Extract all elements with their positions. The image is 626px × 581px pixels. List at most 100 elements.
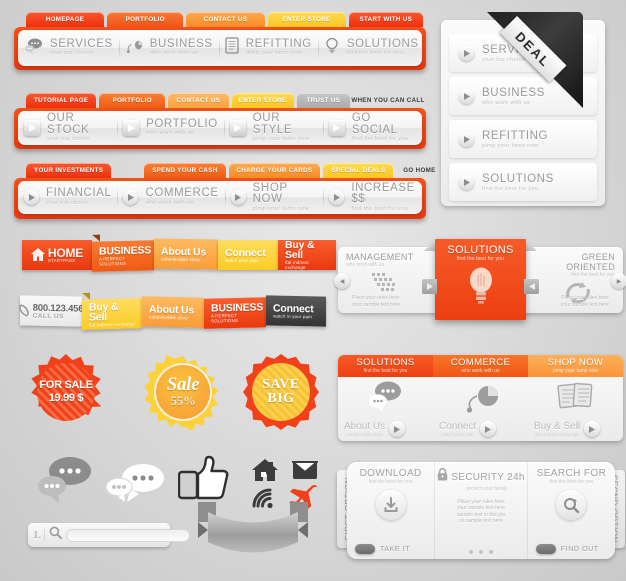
nav3-item-3[interactable]: INCREASE $$ find the best for you: [323, 181, 422, 214]
play-circle-icon: [459, 131, 474, 147]
nav1-bar: SERVICES your top choice BUSINESS who wo…: [18, 30, 422, 66]
nav2-item-0[interactable]: OUR STOCK your top choice: [18, 111, 117, 145]
slider-next-button[interactable]: ▶: [611, 273, 626, 289]
nav2-tab-0[interactable]: TUTORIAL PAGE: [26, 93, 97, 108]
tri-header-title-2: SHOP NOW: [547, 357, 604, 368]
tri-header-1[interactable]: COMMERCE who work with us: [433, 355, 528, 377]
play-circle-icon[interactable]: [584, 421, 601, 437]
magnifier-icon[interactable]: [49, 526, 63, 544]
nav3-item-2[interactable]: SHOP NOW pimp your fams now: [224, 181, 324, 214]
search-bar[interactable]: 1.: [28, 523, 191, 547]
tri-panel-header: SOLUTIONS find the best for you COMMERCE…: [338, 355, 623, 377]
tri-header-2[interactable]: SHOP NOW pimp your fams now: [528, 355, 623, 377]
nav2-item-2[interactable]: OUR STYLE pimp your fams now: [223, 111, 323, 145]
play-square-icon: [123, 120, 140, 136]
tri-header-0[interactable]: SOLUTIONS find the best for you: [338, 355, 433, 377]
ribbon-home[interactable]: HOME STARTPAGE: [22, 240, 92, 270]
nav3-tab-2[interactable]: CHARGE YOUR CARDS: [228, 163, 321, 178]
ribbon2-aboutus-sub: unbelievable story: [149, 313, 188, 320]
nav1-tab-2[interactable]: CONTACT US: [186, 12, 265, 27]
slider-prev-button[interactable]: ◀: [334, 273, 350, 289]
tri-col-2[interactable]: Buy & Sell flat indirect exchange: [528, 377, 623, 441]
home-icon[interactable]: [252, 458, 278, 487]
badge-for-sale-line2: 19.99 $: [48, 392, 84, 404]
nav1-tab-3[interactable]: ENTER STORE: [267, 12, 346, 27]
nav2-bar: OUR STOCK your top choice PORTFOLIO who …: [18, 111, 422, 145]
download-title: DOWNLOAD: [359, 468, 422, 479]
ribbon2-buysell[interactable]: Buy & Sell flat indirect exchange: [82, 298, 142, 330]
nav2-item-sub-0: your top choice: [47, 136, 91, 143]
nav1-tab-1[interactable]: PORTFOLIO: [107, 12, 184, 27]
nav2-tab-5[interactable]: WHEN YOU CAN CALL: [351, 93, 424, 108]
tri-panel: SOLUTIONS find the best for you COMMERCE…: [338, 355, 623, 441]
badge-for-sale[interactable]: FOR SALE 19.99 $: [28, 354, 104, 430]
play-square-icon: [328, 120, 345, 136]
nav3-item-1[interactable]: COMMERCE who work with us: [117, 181, 224, 214]
nav2-shell: OUR STOCK your top choice PORTFOLIO who …: [14, 108, 426, 149]
security-body: Place your rules here your sample text h…: [456, 499, 506, 525]
chat-bubbles-dark-icon[interactable]: [30, 455, 100, 510]
chat-bubble-icon: [24, 38, 43, 59]
tri-col-0[interactable]: About Us unbelievable story: [338, 377, 433, 441]
nav1-tab-0[interactable]: HOMEPAGE: [26, 12, 105, 27]
nav3-tab-3[interactable]: SPECIAL DEALS: [323, 163, 394, 178]
ribbon2-buysell-title: Buy & Sell: [89, 300, 119, 324]
deal-item-3[interactable]: SOLUTIONS find the best for you: [449, 163, 597, 201]
nav2-tab-4[interactable]: TRUST US: [296, 93, 350, 108]
nav1-tab-4[interactable]: START WITH US: [348, 12, 423, 27]
nav3-item-sub-2: pimp your fams now: [252, 205, 309, 212]
nav1-item-3[interactable]: SOLUTIONS find the best for you: [317, 30, 422, 66]
badge-save-big[interactable]: SAVE BIG: [243, 354, 319, 430]
nav2-tab-1[interactable]: PORTFOLIO: [99, 93, 166, 108]
nav2-item-title-2: OUR STYLE: [252, 112, 293, 136]
envelope-icon[interactable]: [290, 458, 320, 485]
magnifier-plus-icon[interactable]: [556, 490, 587, 520]
chat-bubbles-white-icon[interactable]: [100, 462, 172, 513]
nav3-item-0[interactable]: FINANCIAL your top choice: [18, 181, 117, 214]
ribbon-home-title: HOME: [47, 245, 84, 260]
nav1-item-2[interactable]: REFITTING pimp your fams now: [218, 30, 318, 66]
nav2-tab-2[interactable]: CONTACT US: [168, 93, 229, 108]
play-circle-icon[interactable]: [480, 421, 497, 437]
slider-center[interactable]: SOLUTIONS find the best for you: [422, 239, 539, 320]
nav3-tab-1[interactable]: SPEND YOUR CASH: [144, 163, 226, 178]
ribbon2-business[interactable]: BUSINESS A PERFECT SOLUTIONS: [204, 297, 266, 329]
nav2-item-3[interactable]: GO SOCIAL find the best for you: [322, 111, 422, 145]
ribbon2-connect[interactable]: Connect watch in your pain: [266, 295, 326, 327]
slider-right-body: Place your rules here your sample text h…: [560, 295, 609, 308]
play-circle-icon[interactable]: [389, 421, 406, 437]
ribbon-row-1: HOME STARTPAGE BUSINESS A PERFECT SOLUTI…: [22, 238, 336, 272]
nav2-item-title-1: PORTFOLIO: [146, 117, 218, 130]
find-out-button[interactable]: FIND OUT: [535, 544, 599, 554]
download-icon[interactable]: [375, 490, 406, 520]
nav1-item-0[interactable]: SERVICES your top choice: [18, 30, 119, 66]
ribbon-row-2: 800.123.456 CALL US Buy & Sell flat indi…: [18, 295, 326, 330]
deal-item-2[interactable]: REFITTING pimp your fams now: [449, 120, 597, 158]
mouse-icon: [461, 386, 501, 418]
ribbon2-aboutus[interactable]: About Us unbelievable story: [142, 296, 204, 328]
nav2-tab-3[interactable]: ENTER STORE: [231, 93, 294, 108]
nav3-tab-4[interactable]: GO HOME: [396, 163, 442, 178]
slider-center-prev-tab[interactable]: [422, 279, 437, 294]
nav3-tab-0[interactable]: YOUR INVESTMENTS: [26, 163, 112, 178]
deal-corner[interactable]: DEAL: [487, 12, 583, 108]
nav2-item-1[interactable]: PORTFOLIO who work with us: [117, 111, 224, 145]
lightbulb-icon: [324, 37, 340, 59]
ribbon-business[interactable]: BUSINESS A PERFECT SOLUTIONS: [92, 240, 154, 272]
ribbon-connect[interactable]: Connect watch your pain: [218, 240, 278, 270]
badge-sale[interactable]: Sale 55%: [145, 354, 221, 430]
slider-center-next-tab[interactable]: [524, 279, 539, 294]
take-it-label: TAKE IT: [380, 545, 411, 553]
ribbon-aboutus[interactable]: About Us unbelievable story: [154, 238, 218, 270]
nav1-item-1[interactable]: BUSINESS who work with us: [118, 30, 219, 66]
search-input[interactable]: [66, 528, 191, 542]
deal-item-title-2: REFITTING: [482, 129, 549, 142]
ribbon-callus[interactable]: 800.123.456 CALL US: [18, 295, 83, 327]
slider-right-panel: GREEN ORIENTED find the best for you Pla…: [528, 247, 623, 313]
nav-bar-1: HOMEPAGE PORTFOLIO CONTACT US ENTER STOR…: [14, 12, 426, 70]
tri-col-1[interactable]: Connect watch your pain: [433, 377, 528, 441]
ribbon-buysell[interactable]: Buy & Sell flat indirect exchange: [278, 240, 336, 270]
nav3-item-title-1: COMMERCE: [145, 187, 219, 200]
security-dots[interactable]: [435, 550, 527, 554]
take-it-button[interactable]: TAKE IT: [355, 544, 410, 554]
